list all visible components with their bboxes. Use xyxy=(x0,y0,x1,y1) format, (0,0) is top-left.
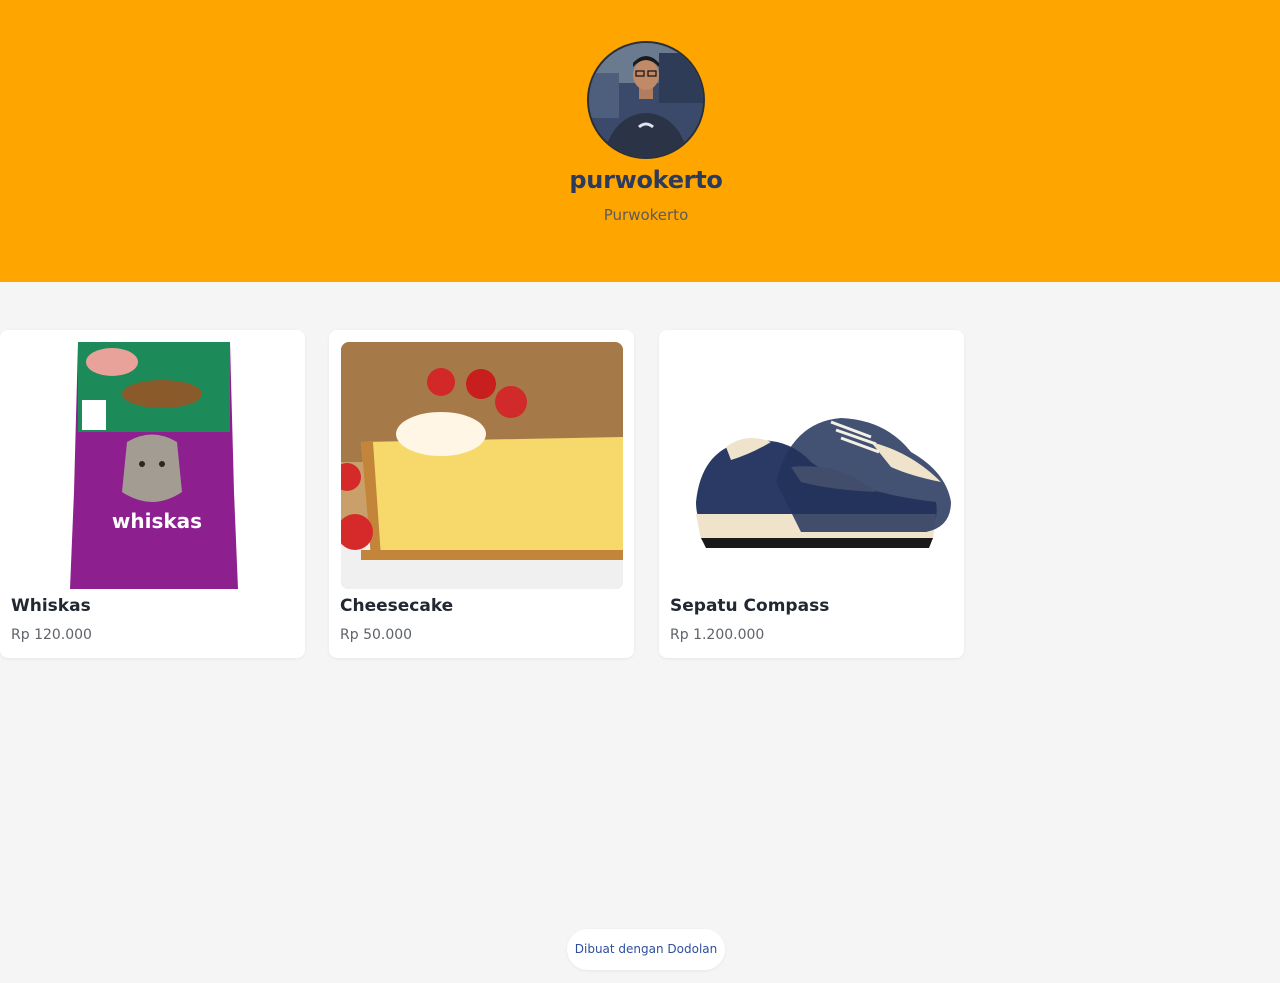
made-with-dodolan-link[interactable]: Dibuat dengan Dodolan xyxy=(567,929,725,970)
product-image-whiskas: whiskas xyxy=(12,342,294,589)
product-card-sepatu-compass[interactable]: Sepatu Compass Rp 1.200.000 xyxy=(659,330,964,658)
product-card-whiskas[interactable]: whiskas Whiskas Rp 120.000 xyxy=(0,330,305,658)
product-image-cheesecake xyxy=(341,342,623,589)
avatar-photo xyxy=(589,43,703,157)
product-name: Whiskas xyxy=(11,596,91,616)
avatar xyxy=(587,41,705,159)
product-price: Rp 50.000 xyxy=(340,627,413,643)
profile-header: purwokerto Purwokerto xyxy=(0,0,1280,282)
product-name: Cheesecake xyxy=(340,596,454,616)
product-image-sepatu-compass xyxy=(671,342,953,589)
store-city: Purwokerto xyxy=(603,206,689,224)
store-name: purwokerto xyxy=(569,166,723,194)
product-price: Rp 1.200.000 xyxy=(670,627,765,643)
product-price: Rp 120.000 xyxy=(11,627,92,643)
product-card-cheesecake[interactable]: Cheesecake Rp 50.000 xyxy=(329,330,634,658)
product-name: Sepatu Compass xyxy=(670,596,830,616)
whiskas-logo-text: whiskas xyxy=(112,509,202,533)
